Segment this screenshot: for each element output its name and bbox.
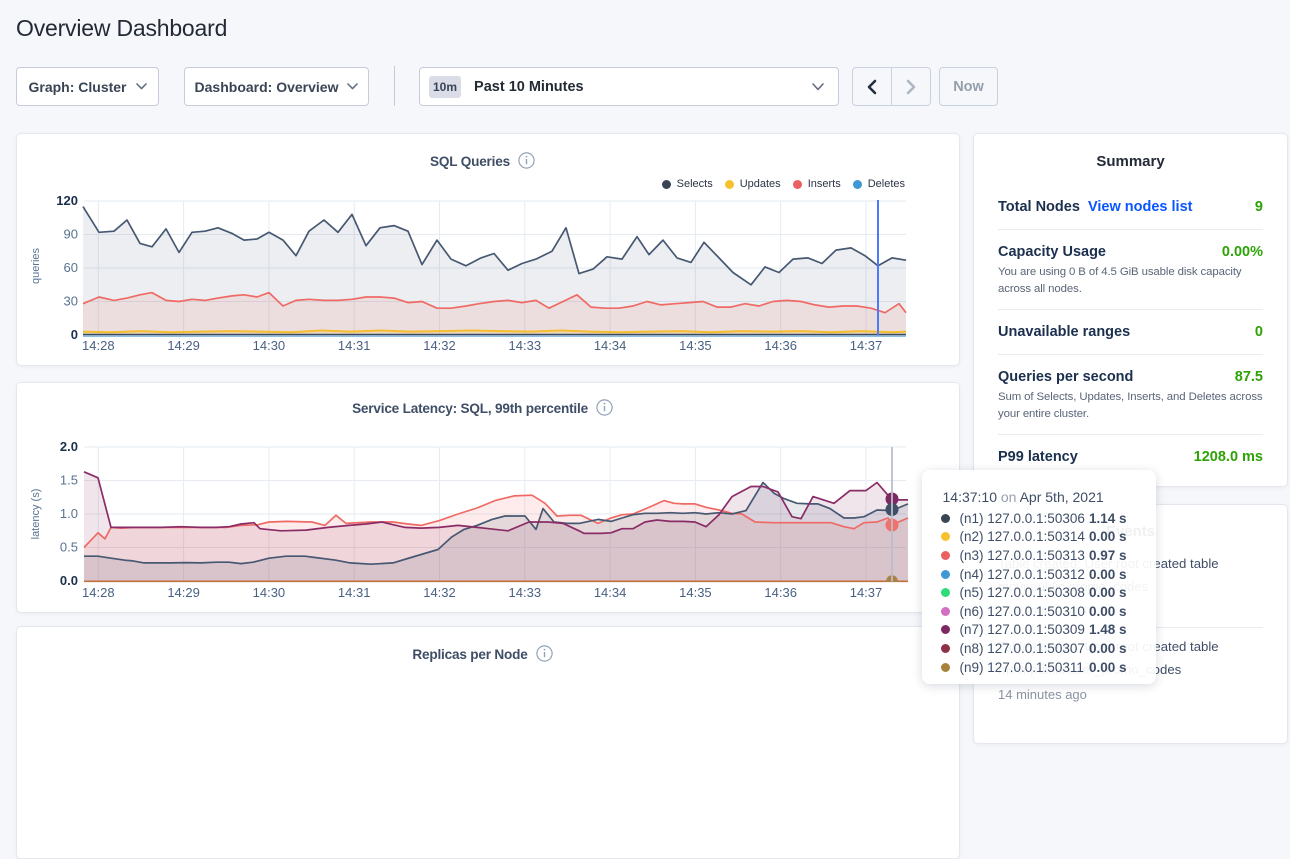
svg-text:14:29: 14:29 — [167, 585, 200, 600]
svg-text:30: 30 — [64, 294, 78, 309]
svg-text:14:37: 14:37 — [850, 585, 883, 600]
svg-text:14:28: 14:28 — [82, 338, 115, 353]
svg-text:0: 0 — [71, 327, 78, 342]
svg-text:14:36: 14:36 — [764, 585, 797, 600]
svg-text:120: 120 — [56, 193, 78, 208]
svg-text:14:30: 14:30 — [253, 585, 286, 600]
svg-text:14:35: 14:35 — [679, 585, 712, 600]
svg-text:14:29: 14:29 — [167, 338, 200, 353]
svg-text:14:34: 14:34 — [594, 338, 627, 353]
svg-text:14:33: 14:33 — [509, 585, 542, 600]
svg-text:14:31: 14:31 — [338, 585, 371, 600]
svg-text:14:32: 14:32 — [423, 338, 456, 353]
svg-text:14:36: 14:36 — [764, 338, 797, 353]
svg-text:14:35: 14:35 — [679, 338, 712, 353]
svg-text:14:30: 14:30 — [253, 338, 286, 353]
svg-text:14:33: 14:33 — [509, 338, 542, 353]
svg-text:60: 60 — [64, 260, 78, 275]
svg-text:latency (s): latency (s) — [30, 489, 42, 540]
svg-text:14:34: 14:34 — [594, 585, 627, 600]
svg-text:queries: queries — [30, 247, 42, 284]
svg-text:14:31: 14:31 — [338, 338, 371, 353]
svg-text:14:37: 14:37 — [850, 338, 883, 353]
svg-text:0.0: 0.0 — [60, 573, 78, 588]
svg-text:2.0: 2.0 — [60, 439, 78, 454]
svg-text:14:32: 14:32 — [423, 585, 456, 600]
svg-text:1.5: 1.5 — [60, 473, 78, 488]
svg-text:14:28: 14:28 — [82, 585, 115, 600]
svg-text:1.0: 1.0 — [60, 506, 78, 521]
svg-text:90: 90 — [64, 227, 78, 242]
svg-text:0.5: 0.5 — [60, 540, 78, 555]
